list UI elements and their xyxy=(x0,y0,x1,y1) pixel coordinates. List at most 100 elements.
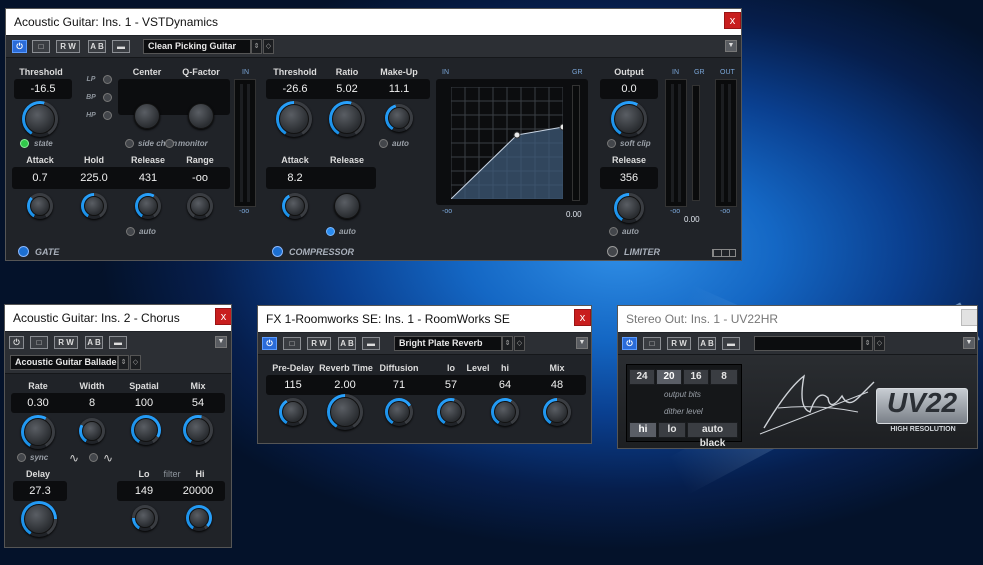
preset-browser-button[interactable]: ▬ xyxy=(112,40,130,53)
waveform-toggle[interactable] xyxy=(89,453,98,462)
mix-value[interactable]: 48 xyxy=(530,379,584,391)
ab-compare-button[interactable]: A B xyxy=(85,336,103,349)
roomworks-window[interactable]: FX 1-Roomworks SE: Ins. 1 - RoomWorks SE… xyxy=(257,305,592,444)
vstdynamics-window[interactable]: Acoustic Guitar: Ins. 1 - VSTDynamics x … xyxy=(5,8,742,261)
comp-threshold-knob[interactable] xyxy=(276,101,312,137)
chevron-down-icon[interactable]: ▼ xyxy=(725,40,737,52)
limiter-power-icon[interactable] xyxy=(607,246,618,257)
comp-release-knob[interactable] xyxy=(334,193,360,219)
waveform-triangle-icon[interactable]: ∿ xyxy=(103,451,113,465)
chevron-down-icon[interactable]: ▼ xyxy=(576,337,588,349)
uv22-titlebar[interactable]: Stereo Out: Ins. 1 - UV22HR xyxy=(618,306,977,332)
limiter-output-value[interactable]: 0.0 xyxy=(600,83,658,95)
filter-lp-toggle[interactable] xyxy=(103,75,112,84)
level-hi-knob[interactable] xyxy=(491,398,519,426)
center-knob[interactable] xyxy=(134,103,160,129)
resize-grip[interactable] xyxy=(712,249,736,257)
bypass-button[interactable]: □ xyxy=(30,336,48,349)
power-button[interactable]: ⏻ xyxy=(262,337,277,350)
power-button[interactable]: ⏻ xyxy=(9,336,24,349)
bits-8-button[interactable]: 8 xyxy=(710,369,738,385)
gate-auto-toggle[interactable] xyxy=(126,227,135,236)
predelay-knob[interactable] xyxy=(279,398,307,426)
lo-value[interactable]: 149 xyxy=(117,485,171,497)
reverbtime-knob[interactable] xyxy=(327,394,363,430)
gate-hold-knob[interactable] xyxy=(81,193,107,219)
diffusion-value[interactable]: 71 xyxy=(372,379,426,391)
filter-hp-toggle[interactable] xyxy=(103,111,112,120)
chevron-down-icon[interactable]: ▼ xyxy=(215,336,227,348)
gate-threshold-knob[interactable] xyxy=(22,101,58,137)
level-hi-value[interactable]: 64 xyxy=(478,379,532,391)
spatial-value[interactable]: 100 xyxy=(117,397,171,409)
close-button[interactable]: x xyxy=(215,308,231,325)
dither-hi-button[interactable]: hi xyxy=(629,422,657,438)
close-button[interactable]: x xyxy=(961,309,977,326)
chorus-titlebar[interactable]: Acoustic Guitar: Ins. 2 - Chorus xyxy=(5,305,231,331)
preset-menu[interactable]: ◇ xyxy=(130,355,141,370)
gate-attack-value[interactable]: 0.7 xyxy=(12,172,68,184)
reverbtime-value[interactable]: 2.00 xyxy=(318,379,372,391)
delay-value[interactable]: 27.3 xyxy=(13,485,67,497)
preset-name[interactable]: Acoustic Guitar Ballade xyxy=(10,355,118,370)
comp-attack-value[interactable]: 8.2 xyxy=(268,172,322,184)
mix-knob[interactable] xyxy=(543,398,571,426)
rate-value[interactable]: 0.30 xyxy=(11,397,65,409)
preset-menu[interactable]: ◇ xyxy=(514,336,525,351)
preset-browser-button[interactable]: ▬ xyxy=(109,336,127,349)
preset-browser-button[interactable]: ▬ xyxy=(362,337,380,350)
bypass-button[interactable]: □ xyxy=(283,337,301,350)
gate-range-knob[interactable] xyxy=(187,193,213,219)
mix-knob[interactable] xyxy=(183,415,213,445)
comp-threshold-value[interactable]: -26.6 xyxy=(268,83,322,95)
gate-range-value[interactable]: -oo xyxy=(172,172,228,184)
read-write-button[interactable]: R W xyxy=(54,336,78,349)
gate-state-toggle[interactable] xyxy=(20,139,29,148)
level-lo-value[interactable]: 57 xyxy=(424,379,478,391)
preset-stepper[interactable]: ⇕ xyxy=(862,336,873,351)
vstdynamics-titlebar[interactable]: Acoustic Guitar: Ins. 1 - VSTDynamics xyxy=(6,9,741,35)
preset-name[interactable]: Bright Plate Reverb xyxy=(394,336,502,351)
gate-hold-value[interactable]: 225.0 xyxy=(66,172,122,184)
spatial-knob[interactable] xyxy=(131,415,161,445)
comp-makeup-value[interactable]: 11.1 xyxy=(372,83,426,95)
compressor-power-icon[interactable] xyxy=(272,246,283,257)
uv22-window[interactable]: Stereo Out: Ins. 1 - UV22HR x ⏻ □ R W A … xyxy=(617,305,978,449)
preset-stepper[interactable]: ⇕ xyxy=(502,336,513,351)
chevron-down-icon[interactable]: ▼ xyxy=(963,337,975,349)
preset-name[interactable]: Clean Picking Guitar xyxy=(143,39,251,54)
close-button[interactable]: x xyxy=(574,309,591,326)
hi-value[interactable]: 20000 xyxy=(171,485,225,497)
rate-knob[interactable] xyxy=(21,415,55,449)
gate-attack-knob[interactable] xyxy=(27,193,53,219)
preset-menu[interactable]: ◇ xyxy=(874,336,885,351)
level-lo-knob[interactable] xyxy=(437,398,465,426)
waveform-sine-icon[interactable]: ∿ xyxy=(69,451,79,465)
ab-compare-button[interactable]: A B xyxy=(698,337,716,350)
power-button[interactable]: ⏻ xyxy=(622,337,637,350)
delay-knob[interactable] xyxy=(21,501,57,537)
preset-menu[interactable]: ◇ xyxy=(263,39,274,54)
side-chain-toggle[interactable] xyxy=(125,139,134,148)
auto-black-button[interactable]: auto black xyxy=(687,422,738,448)
gate-release-value[interactable]: 431 xyxy=(120,172,176,184)
width-knob[interactable] xyxy=(79,418,105,444)
comp-attack-knob[interactable] xyxy=(282,193,308,219)
bypass-button[interactable]: □ xyxy=(32,40,50,53)
close-button[interactable]: x xyxy=(724,12,741,29)
preset-stepper[interactable]: ⇕ xyxy=(251,39,262,54)
bits-24-button[interactable]: 24 xyxy=(629,369,655,385)
gate-threshold-value[interactable]: -16.5 xyxy=(14,83,72,95)
limiter-release-value[interactable]: 356 xyxy=(600,172,658,184)
ab-compare-button[interactable]: A B xyxy=(338,337,356,350)
bypass-button[interactable]: □ xyxy=(643,337,661,350)
bits-16-button[interactable]: 16 xyxy=(683,369,709,385)
chorus-window[interactable]: Acoustic Guitar: Ins. 2 - Chorus x ⏻ □ R… xyxy=(4,304,232,548)
roomworks-titlebar[interactable]: FX 1-Roomworks SE: Ins. 1 - RoomWorks SE xyxy=(258,306,591,332)
read-write-button[interactable]: R W xyxy=(56,40,80,53)
preset-name[interactable] xyxy=(754,336,862,351)
monitor-toggle[interactable] xyxy=(165,139,174,148)
ab-compare-button[interactable]: A B xyxy=(88,40,106,53)
power-button[interactable]: ⏻ xyxy=(12,40,27,53)
read-write-button[interactable]: R W xyxy=(307,337,331,350)
